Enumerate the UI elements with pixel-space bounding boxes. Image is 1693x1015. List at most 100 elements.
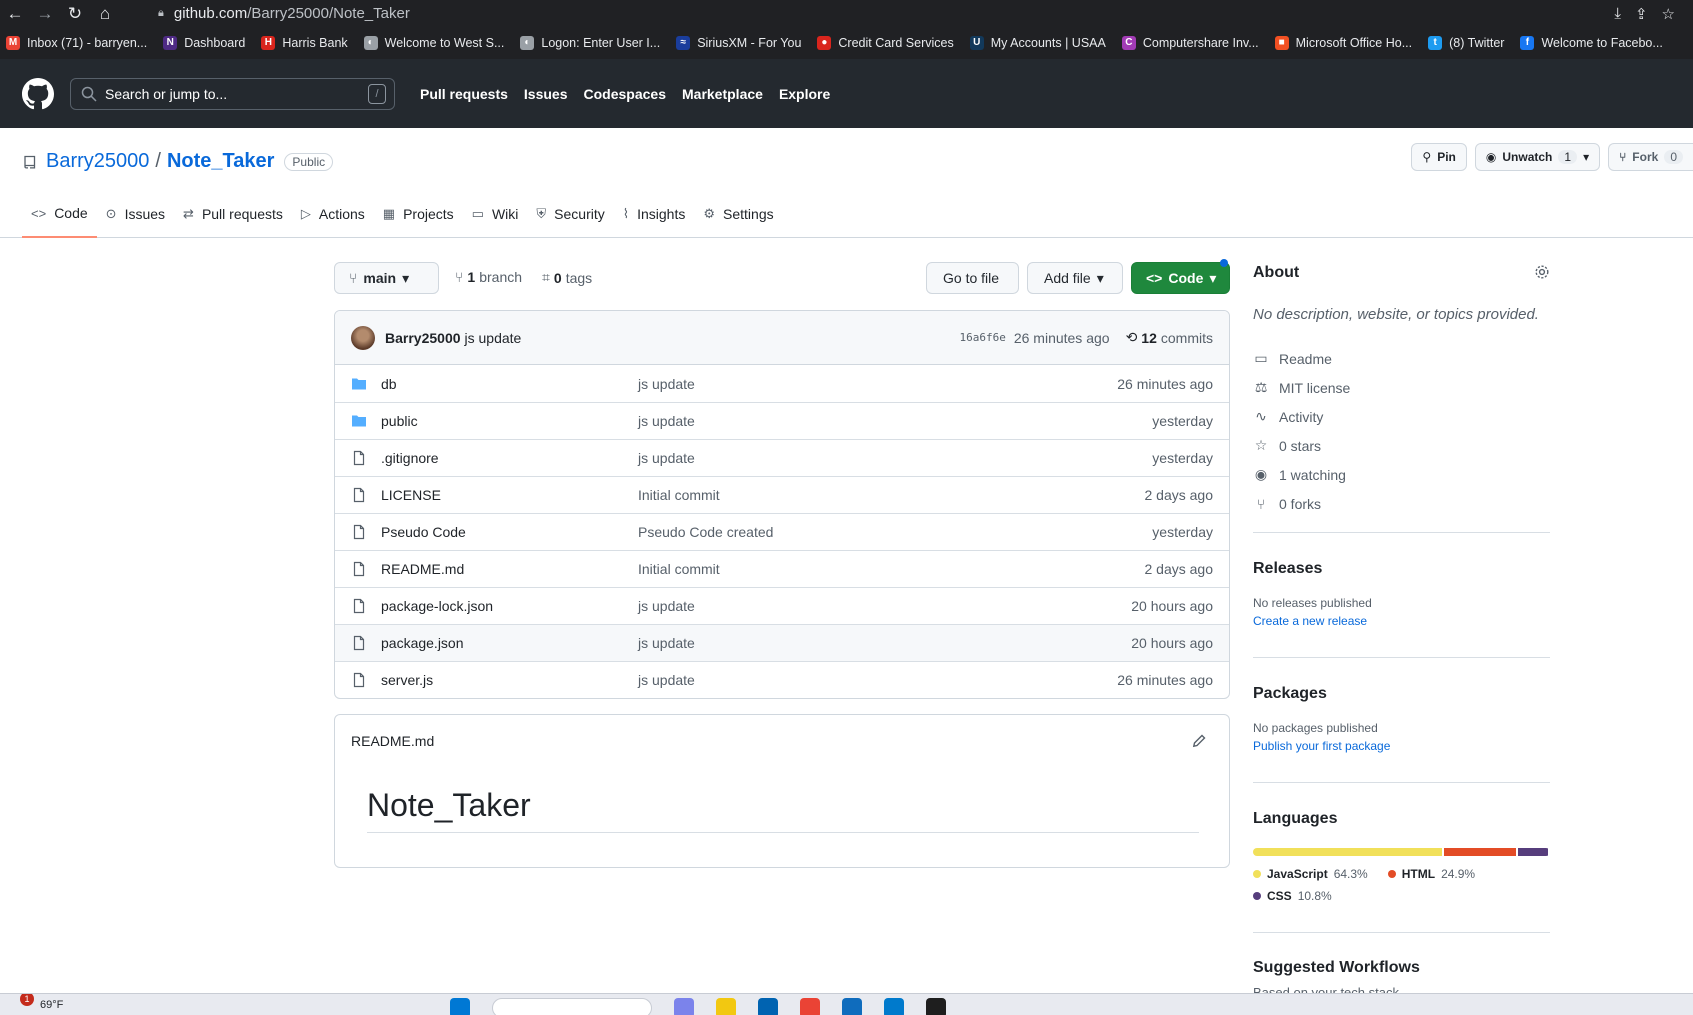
language-item[interactable]: HTML 24.9% (1387, 863, 1475, 885)
file-commit-message[interactable]: js update (638, 450, 695, 466)
bookmark-item[interactable]: C Computershare Inv... (1121, 36, 1259, 50)
bookmark-item[interactable]: f Welcome to Facebo... (1520, 36, 1663, 50)
tab-projects[interactable]: ▦ Projects (374, 190, 463, 238)
reload-icon[interactable]: ↻ (60, 4, 90, 24)
bookmark-item[interactable]: U My Accounts | USAA (969, 36, 1106, 50)
file-commit-message[interactable]: js update (638, 672, 695, 688)
about-item[interactable]: ⚖ MIT license (1253, 373, 1351, 402)
vscode-icon[interactable] (884, 998, 904, 1015)
file-row[interactable]: package.json js update 20 hours ago (335, 624, 1229, 661)
chrome-icon[interactable] (800, 998, 820, 1015)
store-icon[interactable] (758, 998, 778, 1015)
windows-start-icon[interactable] (450, 998, 470, 1015)
weather-temperature[interactable]: 69°F (40, 999, 63, 1011)
address-bar[interactable]: github.com/Barry25000/Note_Taker (174, 5, 410, 22)
bookmark-item[interactable]: N Dashboard (163, 36, 245, 50)
file-row[interactable]: db js update 26 minutes ago (335, 365, 1229, 402)
file-commit-message[interactable]: Initial commit (638, 561, 720, 577)
about-item[interactable]: ∿ Activity (1253, 402, 1350, 431)
file-row[interactable]: LICENSE Initial commit 2 days ago (335, 476, 1229, 513)
bookmark-item[interactable]: ■ Microsoft Office Ho... (1274, 36, 1412, 50)
repo-name-link[interactable]: Note_Taker (167, 150, 274, 173)
tab-security[interactable]: ⛨ Security (527, 190, 613, 238)
commit-author[interactable]: Barry25000 (385, 330, 461, 346)
file-commit-message[interactable]: js update (638, 413, 695, 429)
file-row[interactable]: public js update yesterday (335, 402, 1229, 439)
commit-message[interactable]: js update (465, 330, 522, 346)
language-item[interactable]: CSS 10.8% (1253, 885, 1332, 907)
pin-button[interactable]: ⚲ Pin (1411, 143, 1467, 171)
go-to-file-button[interactable]: Go to file (926, 262, 1019, 294)
taskbar-search-box[interactable] (492, 998, 652, 1015)
nav-pull-requests[interactable]: Pull requests (420, 86, 508, 102)
pencil-icon[interactable] (1191, 733, 1207, 749)
about-item[interactable]: ☆ 0 stars (1253, 431, 1350, 460)
forward-icon[interactable]: → (30, 4, 60, 24)
download-icon[interactable]: ⤓ (1614, 5, 1621, 22)
file-explorer-icon[interactable] (716, 998, 736, 1015)
tab-settings[interactable]: ⚙ Settings (694, 190, 782, 238)
nav-explore[interactable]: Explore (779, 86, 830, 102)
file-commit-message[interactable]: Pseudo Code created (638, 524, 773, 540)
file-row[interactable]: package-lock.json js update 20 hours ago (335, 587, 1229, 624)
releases-title[interactable]: Releases (1253, 560, 1372, 578)
file-name[interactable]: package.json (381, 635, 638, 651)
file-name[interactable]: db (381, 376, 638, 392)
teams-icon[interactable] (674, 998, 694, 1015)
nav-marketplace[interactable]: Marketplace (682, 86, 763, 102)
nav-issues[interactable]: Issues (524, 86, 568, 102)
file-commit-message[interactable]: Initial commit (638, 487, 720, 503)
file-commit-message[interactable]: js update (638, 376, 695, 392)
file-commit-message[interactable]: js update (638, 635, 695, 651)
bookmark-item[interactable]: ◐ Logon: Enter User I... (520, 36, 660, 50)
file-row[interactable]: server.js js update 26 minutes ago (335, 661, 1229, 698)
tab-code[interactable]: <> Code (22, 190, 97, 238)
create-release-link[interactable]: Create a new release (1253, 614, 1372, 628)
bookmark-item[interactable]: t (8) Twitter (1428, 36, 1504, 50)
tab-issues[interactable]: ⊙ Issues (97, 190, 174, 238)
branch-select[interactable]: ⑂ main ▾ (334, 262, 439, 294)
about-item[interactable]: ◉ 1 watching (1253, 460, 1350, 489)
file-row[interactable]: README.md Initial commit 2 days ago (335, 550, 1229, 587)
publish-package-link[interactable]: Publish your first package (1253, 739, 1390, 753)
file-name[interactable]: server.js (381, 672, 638, 688)
github-logo-icon[interactable] (22, 77, 54, 110)
file-name[interactable]: README.md (381, 561, 638, 577)
file-name[interactable]: package-lock.json (381, 598, 638, 614)
file-row[interactable]: Pseudo Code Pseudo Code created yesterday (335, 513, 1229, 550)
bookmark-item[interactable]: ● Credit Card Services (817, 36, 954, 50)
nav-codespaces[interactable]: Codespaces (584, 86, 666, 102)
bookmark-item[interactable]: H Harris Bank (261, 36, 348, 50)
about-item[interactable]: ▭ Readme (1253, 344, 1350, 373)
tab-actions[interactable]: ▷ Actions (292, 190, 374, 238)
file-name[interactable]: .gitignore (381, 450, 638, 466)
branches-link[interactable]: ⑂ 1 branch (455, 269, 522, 285)
tab-wiki[interactable]: ▭ Wiki (463, 190, 528, 238)
packages-title[interactable]: Packages (1253, 685, 1390, 703)
tab-insights[interactable]: ⌇ Insights (614, 190, 695, 238)
bookmark-item[interactable]: M Inbox (71) - barryen... (6, 36, 147, 50)
unwatch-button[interactable]: ◉ Unwatch 1 ▾ (1474, 143, 1601, 171)
bookmark-star-icon[interactable]: ☆ (1662, 5, 1675, 23)
lock-icon[interactable]: 🔒︎ (158, 7, 164, 20)
file-name[interactable]: LICENSE (381, 487, 638, 503)
file-name[interactable]: public (381, 413, 638, 429)
home-icon[interactable]: ⌂ (90, 4, 120, 24)
code-button[interactable]: <> Code ▾ (1131, 262, 1230, 294)
terminal-icon[interactable] (926, 998, 946, 1015)
edge-icon[interactable] (842, 998, 862, 1015)
gear-icon[interactable] (1534, 264, 1550, 280)
share-icon[interactable]: ⇪ (1635, 5, 1648, 23)
commits-link[interactable]: ⟲ 12 commits (1126, 329, 1213, 346)
language-item[interactable]: JavaScript 64.3% (1253, 863, 1368, 885)
avatar[interactable] (351, 325, 375, 350)
file-name[interactable]: Pseudo Code (381, 524, 638, 540)
repo-owner-link[interactable]: Barry25000 (46, 150, 149, 173)
add-file-button[interactable]: Add file ▾ (1027, 262, 1123, 294)
search-input[interactable]: Search or jump to... / (70, 77, 395, 110)
fork-button[interactable]: ⑂ Fork 0 (1608, 143, 1693, 171)
bookmark-item[interactable]: ≈ SiriusXM - For You (676, 36, 801, 50)
about-item[interactable]: ⑂ 0 forks (1253, 489, 1350, 518)
tab-pull-requests[interactable]: ⇄ Pull requests (174, 190, 292, 238)
commit-sha[interactable]: 16a6f6e (959, 331, 1005, 344)
